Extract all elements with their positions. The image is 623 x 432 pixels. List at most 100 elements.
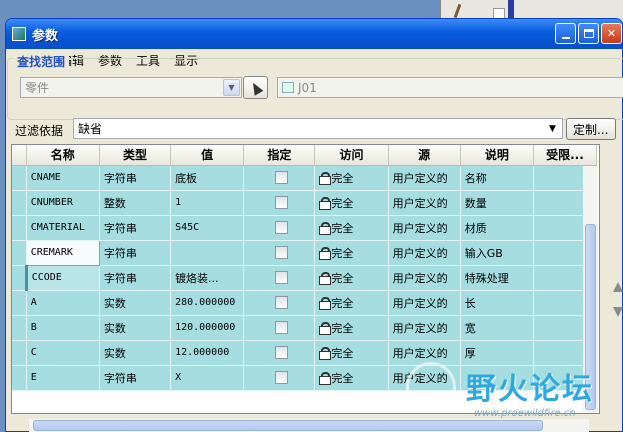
- table-row[interactable]: CNUMBER 整数 1 完全 用户定义的 数量: [12, 190, 598, 216]
- designate-checkbox[interactable]: [274, 296, 288, 309]
- param-access[interactable]: 完全: [314, 290, 389, 316]
- table-row[interactable]: CMATERIAL 字符串 S45C 完全 用户定义的 材质: [12, 215, 598, 241]
- horizontal-scrollbar[interactable]: [29, 419, 589, 432]
- table-row[interactable]: CNAME 字符串 底板 完全 用户定义的 名称: [12, 165, 598, 191]
- table-row[interactable]: E 字符串 X 完全 用户定义的: [12, 365, 598, 391]
- row-header[interactable]: [12, 315, 27, 341]
- param-access[interactable]: 完全: [314, 340, 389, 366]
- minimize-button[interactable]: [555, 23, 576, 44]
- param-designate[interactable]: [243, 290, 316, 316]
- param-description[interactable]: 输入GB: [460, 240, 534, 266]
- scroll-down-icon[interactable]: [613, 307, 623, 317]
- param-access[interactable]: 完全: [314, 165, 389, 191]
- param-type[interactable]: 字符串: [99, 240, 172, 266]
- param-type[interactable]: 字符串: [99, 165, 172, 191]
- row-header[interactable]: [12, 290, 27, 316]
- filter-select[interactable]: 缺省 ▼: [73, 118, 563, 139]
- param-type[interactable]: 实数: [99, 290, 172, 316]
- param-source[interactable]: 用户定义的: [388, 165, 461, 191]
- param-value[interactable]: 120.000000: [170, 315, 245, 341]
- vertical-scroll-thumb[interactable]: [585, 224, 596, 410]
- maximize-button[interactable]: [578, 23, 599, 44]
- title-bar[interactable]: 参数 ✕: [6, 19, 622, 49]
- param-value[interactable]: X: [170, 365, 245, 391]
- param-source[interactable]: 用户定义的: [388, 265, 461, 291]
- param-type[interactable]: 实数: [99, 315, 172, 341]
- table-row[interactable]: B 实数 120.000000 完全 用户定义的 宽: [12, 315, 598, 341]
- customize-button[interactable]: 定制...: [566, 118, 616, 140]
- table-row[interactable]: CREMARK 字符串 完全 用户定义的 输入GB: [12, 239, 598, 266]
- row-header[interactable]: [12, 265, 27, 291]
- row-header[interactable]: [12, 165, 27, 191]
- param-access[interactable]: 完全: [314, 265, 389, 291]
- param-designate[interactable]: [243, 315, 316, 341]
- param-access[interactable]: 完全: [314, 240, 389, 266]
- param-name[interactable]: CMATERIAL: [26, 215, 100, 241]
- designate-checkbox[interactable]: [274, 346, 288, 359]
- param-designate[interactable]: [243, 265, 316, 291]
- designate-checkbox[interactable]: [274, 271, 288, 284]
- param-type[interactable]: 字符串: [99, 365, 172, 391]
- param-value[interactable]: 280.000000: [170, 290, 245, 316]
- param-source[interactable]: 用户定义的: [388, 290, 461, 316]
- column-header-description[interactable]: 说明: [460, 145, 534, 166]
- param-name[interactable]: E: [26, 365, 100, 391]
- designate-checkbox[interactable]: [274, 321, 288, 334]
- column-header-value[interactable]: 值: [170, 145, 245, 166]
- param-name[interactable]: B: [26, 315, 100, 341]
- param-access[interactable]: 完全: [314, 215, 389, 241]
- select-pick-button[interactable]: [243, 76, 268, 99]
- row-header[interactable]: [12, 240, 27, 266]
- param-value[interactable]: S45C: [170, 215, 245, 241]
- param-value[interactable]: [170, 240, 245, 266]
- column-header-source[interactable]: 源: [388, 145, 461, 166]
- row-header[interactable]: [12, 190, 27, 216]
- param-type[interactable]: 整数: [99, 190, 172, 216]
- param-source[interactable]: 用户定义的: [388, 240, 461, 266]
- close-button[interactable]: ✕: [601, 23, 622, 44]
- param-description[interactable]: 数量: [460, 190, 534, 216]
- param-designate[interactable]: [243, 340, 316, 366]
- horizontal-scroll-thumb[interactable]: [33, 420, 543, 431]
- param-access[interactable]: 完全: [314, 315, 389, 341]
- column-header-access[interactable]: 访问: [314, 145, 389, 166]
- param-source[interactable]: 用户定义的: [388, 190, 461, 216]
- param-description[interactable]: 宽: [460, 315, 534, 341]
- designate-checkbox[interactable]: [274, 246, 288, 259]
- param-type[interactable]: 字符串: [99, 265, 172, 291]
- param-name[interactable]: CREMARK: [25, 239, 100, 266]
- row-header[interactable]: [12, 340, 27, 366]
- column-header-designate[interactable]: 指定: [243, 145, 316, 166]
- param-description[interactable]: [460, 365, 534, 391]
- param-designate[interactable]: [243, 190, 316, 216]
- param-designate[interactable]: [243, 240, 316, 266]
- param-value[interactable]: 1: [170, 190, 245, 216]
- column-header-type[interactable]: 类型: [99, 145, 172, 166]
- designate-checkbox[interactable]: [274, 171, 288, 184]
- param-name[interactable]: CNUMBER: [26, 190, 100, 216]
- table-row[interactable]: A 实数 280.000000 完全 用户定义的 长: [12, 290, 598, 316]
- lookup-type-select[interactable]: 零件 ▼: [20, 77, 242, 98]
- param-value[interactable]: 底板: [170, 165, 245, 191]
- param-description[interactable]: 材质: [460, 215, 534, 241]
- param-designate[interactable]: [243, 215, 316, 241]
- vertical-scrollbar[interactable]: [583, 166, 598, 413]
- param-source[interactable]: 用户定义的: [388, 365, 461, 391]
- param-description[interactable]: 长: [460, 290, 534, 316]
- param-source[interactable]: 用户定义的: [388, 215, 461, 241]
- row-header[interactable]: [12, 365, 27, 391]
- column-header-restricted[interactable]: 受限...: [533, 145, 598, 166]
- param-description[interactable]: 厚: [460, 340, 534, 366]
- scroll-up-icon[interactable]: [613, 282, 623, 292]
- param-value[interactable]: 镀烙装...: [170, 265, 245, 291]
- designate-checkbox[interactable]: [274, 371, 288, 384]
- designate-checkbox[interactable]: [274, 221, 288, 234]
- row-header[interactable]: [12, 215, 27, 241]
- param-access[interactable]: 完全: [314, 190, 389, 216]
- param-designate[interactable]: [243, 365, 316, 391]
- param-type[interactable]: 实数: [99, 340, 172, 366]
- param-name[interactable]: C: [26, 340, 100, 366]
- param-designate[interactable]: [243, 165, 316, 191]
- param-description[interactable]: 特殊处理: [460, 265, 534, 291]
- param-description[interactable]: 名称: [460, 165, 534, 191]
